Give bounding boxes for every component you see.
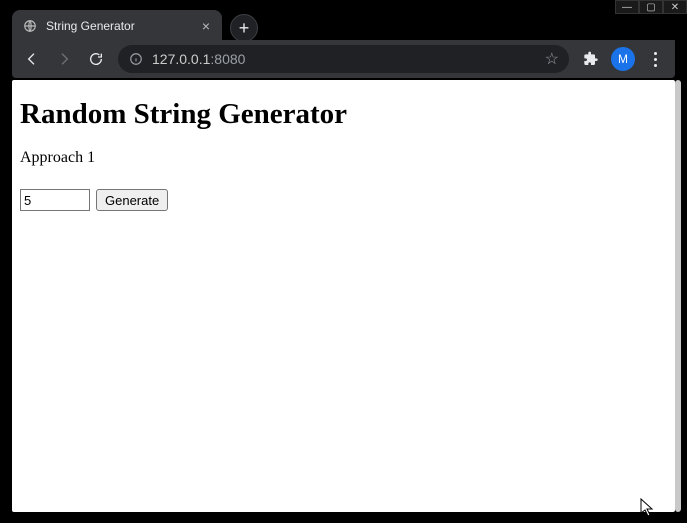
url-host: 127.0.0.1	[152, 51, 210, 67]
generate-button[interactable]: Generate	[96, 189, 168, 211]
bookmark-star-icon[interactable]: ☆	[545, 49, 559, 69]
url-text: 127.0.0.1:8080	[152, 51, 537, 67]
page-subheading: Approach 1	[20, 149, 667, 167]
vertical-scrollbar[interactable]	[675, 80, 681, 512]
address-bar[interactable]: 127.0.0.1:8080 ☆	[118, 45, 569, 73]
length-input[interactable]	[20, 189, 90, 211]
globe-icon	[22, 18, 38, 34]
url-port: :8080	[210, 51, 245, 67]
page-content: Random String Generator Approach 1 Gener…	[12, 80, 675, 219]
reload-button[interactable]	[82, 45, 110, 73]
browser-menu-icon[interactable]	[641, 52, 669, 67]
close-tab-icon[interactable]: ×	[200, 18, 212, 34]
controls-row: Generate	[20, 189, 667, 211]
tab-bar: String Generator × +	[12, 8, 675, 42]
extensions-icon[interactable]	[577, 45, 605, 73]
back-button[interactable]	[18, 45, 46, 73]
avatar-letter: M	[618, 52, 628, 66]
new-tab-button[interactable]: +	[230, 14, 258, 42]
browser-tab[interactable]: String Generator ×	[12, 10, 222, 42]
page-heading: Random String Generator	[20, 98, 667, 131]
page-viewport: Random String Generator Approach 1 Gener…	[12, 80, 675, 512]
profile-avatar[interactable]: M	[611, 47, 635, 71]
forward-button[interactable]	[50, 45, 78, 73]
tab-title: String Generator	[46, 19, 192, 33]
browser-toolbar: 127.0.0.1:8080 ☆ M	[12, 40, 675, 78]
site-info-icon[interactable]	[128, 51, 144, 67]
